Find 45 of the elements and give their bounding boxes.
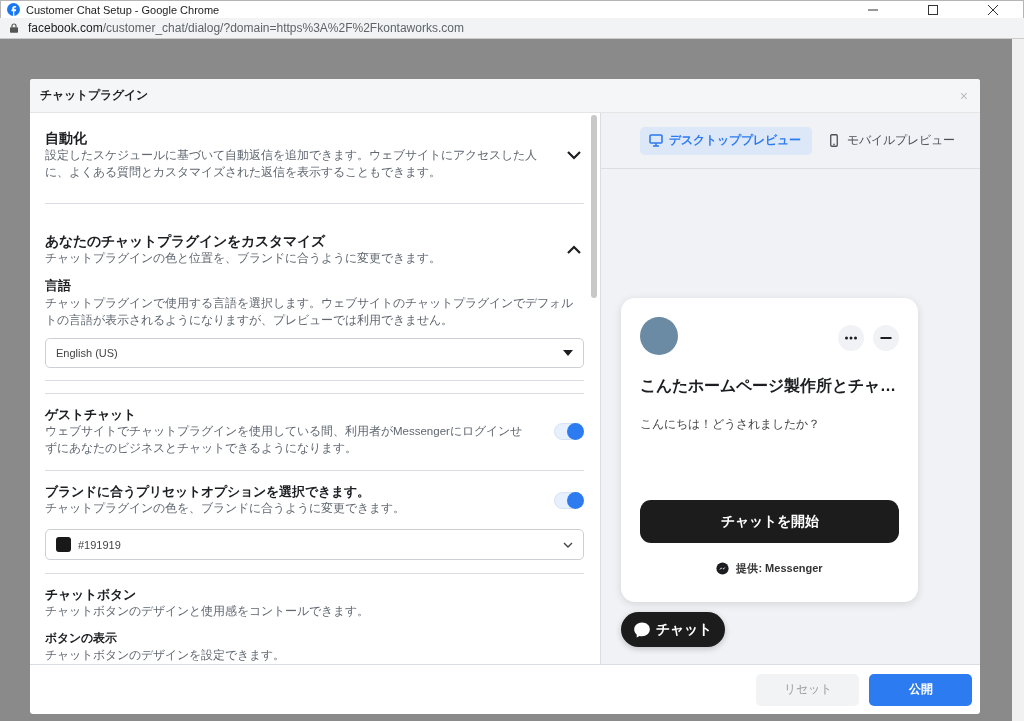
window-title: Customer Chat Setup - Google Chrome: [26, 3, 220, 16]
color-swatch: [56, 537, 71, 552]
section-description: チャットプラグインの色と位置を、ブランドに合うように変更できます。: [45, 251, 442, 266]
monitor-icon: [649, 134, 663, 147]
toggle-switch[interactable]: [554, 423, 584, 440]
chevron-down-icon[interactable]: [567, 150, 581, 160]
setting-title: チャットボタン: [45, 586, 137, 603]
phone-icon: [827, 134, 841, 147]
color-value: #191919: [78, 538, 121, 551]
section-description: 設定したスケジュールに基づいて自動返信を追加できます。ウェブサイトにアクセスした人に、よくある質問とカスタマイズされた返信を表示することもできます。: [45, 148, 538, 180]
section-title: あなたのチャットプラグインをカスタマイズ: [45, 232, 327, 250]
chat-bubble-button[interactable]: チャット: [621, 612, 725, 647]
minimize-icon[interactable]: [873, 325, 899, 351]
maximize-icon[interactable]: [928, 4, 938, 15]
more-options-icon[interactable]: [838, 325, 864, 351]
publish-button[interactable]: 公開: [869, 673, 972, 706]
setting-description: チャットボタンのデザインと使用感をコントールできます。: [45, 604, 370, 619]
close-icon[interactable]: [988, 4, 998, 15]
preview-tab[interactable]: モバイルプレビュー: [818, 126, 966, 155]
dialog-title: チャットプラグイン: [40, 87, 148, 104]
page-scrollbar[interactable]: [1012, 39, 1024, 721]
chevron-down-icon: [563, 541, 573, 548]
scrollbar-thumb[interactable]: [591, 115, 597, 298]
lock-icon: [10, 23, 18, 34]
setting-description: チャットプラグインで使用する言語を選択します。ウェブサイトのチャットプラグインでデフォルトの言語が表示されるようになりますが、プレビューでは利用できません。: [45, 296, 574, 329]
setting-title: 言語: [45, 278, 72, 295]
language-dropdown[interactable]: English (US): [45, 338, 584, 368]
toggle-switch[interactable]: [554, 491, 584, 509]
section-title: 自動化: [45, 129, 88, 147]
speech-bubble-icon: [633, 620, 651, 639]
chat-title: こんたホームページ製作所とチャ…: [640, 376, 897, 396]
greeting-message: こんにちは！どうされましたか？: [640, 416, 821, 433]
setting-description: チャットボタンのデザインを設定できます。: [45, 647, 286, 664]
avatar-placeholder: [640, 317, 678, 355]
setting-title: ボタンの表示: [45, 630, 118, 647]
setting-title: ゲストチャット: [45, 406, 137, 423]
setting-title: ブランドに合うプリセットオプションを選択できます。: [45, 483, 371, 500]
setting-description: ウェブサイトでチャットプラグインを使用している間、利用者がMessengerにログインせずにあなたのビジネスとチャットできるようになります。: [45, 424, 523, 457]
messenger-icon: [716, 562, 730, 575]
start-chat-button[interactable]: チャットを開始: [640, 500, 899, 543]
chevron-up-icon[interactable]: [567, 245, 581, 254]
powered-by-text: 提供: Messenger: [736, 561, 823, 576]
setting-description: チャットプラグインの色を、ブランドに合うように変更できます。: [45, 501, 406, 516]
caret-down-icon: [563, 350, 573, 356]
color-dropdown[interactable]: #191919: [45, 529, 584, 560]
